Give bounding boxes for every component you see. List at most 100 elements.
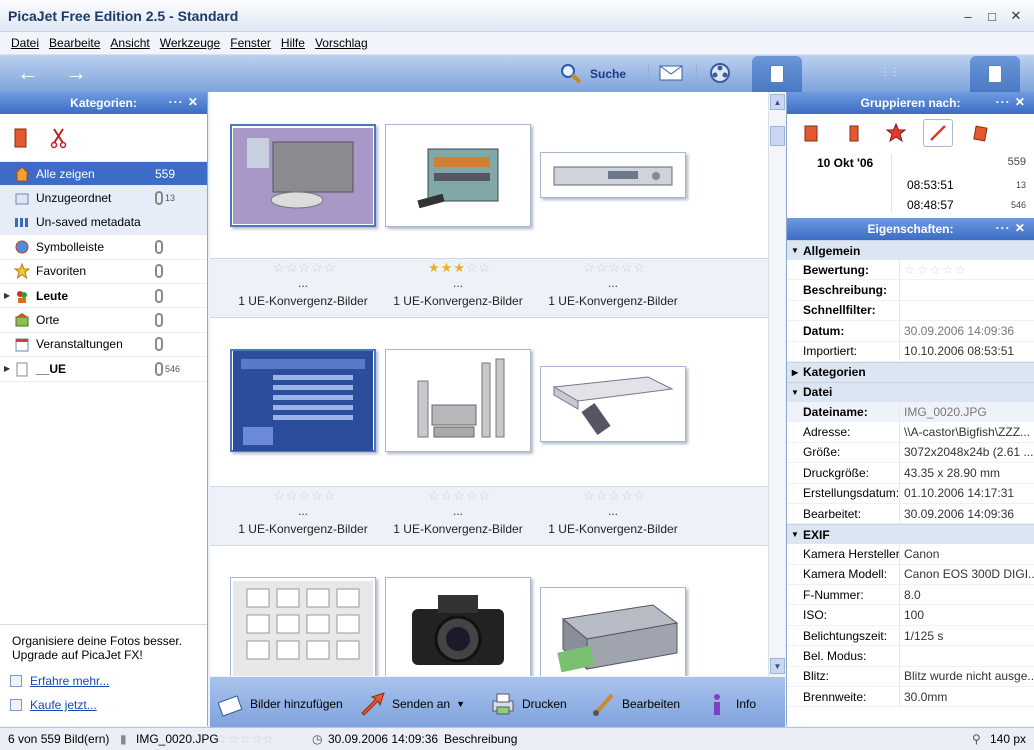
thumbnail-rating-stars[interactable]: ★★★☆☆: [428, 260, 491, 276]
group-by-people-icon[interactable]: [839, 119, 869, 147]
category-item-ue[interactable]: ▶ __UE 546: [0, 357, 207, 382]
panel-close-icon[interactable]: ··· ✕: [996, 95, 1026, 109]
photo-thumbnail[interactable]: [540, 587, 686, 676]
minimize-button[interactable]: –: [958, 7, 978, 25]
printer-icon: [492, 693, 514, 715]
promo-text: Organisiere deine Fotos besser. Upgrade …: [12, 634, 183, 662]
group-by-folder-icon[interactable]: [965, 119, 995, 147]
photo-thumbnail[interactable]: [385, 349, 531, 452]
properties-header: Eigenschaften: ··· ✕: [787, 218, 1034, 240]
paperclip-icon: [155, 191, 163, 206]
buy-now-link[interactable]: Kaufe jetzt...: [10, 698, 97, 712]
property-row: Datum: 30.09.2006 14:09:36: [787, 321, 1034, 342]
drag-handle-icon[interactable]: ⋮⋮: [880, 67, 900, 78]
new-category-icon[interactable]: [12, 127, 30, 149]
section-datei[interactable]: ▼ Datei: [787, 381, 1034, 402]
search-button[interactable]: Suche: [590, 67, 626, 81]
group-by-date-icon[interactable]: [923, 119, 953, 147]
menu-datei[interactable]: Datei: [6, 36, 44, 50]
metadata-icon: [12, 214, 32, 230]
photo-thumbnail[interactable]: [385, 124, 531, 227]
status-rating-stars[interactable]: ☆☆☆☆☆: [216, 732, 275, 746]
group-by-category-icon[interactable]: [797, 119, 827, 147]
mail-icon[interactable]: [658, 61, 684, 85]
menu-werkzeuge[interactable]: Werkzeuge: [155, 36, 225, 50]
category-item-leute[interactable]: ▶ Leute: [0, 284, 207, 309]
thumbnail-dots: ...: [453, 504, 464, 518]
thumbnail-rating-stars[interactable]: ☆☆☆☆☆: [273, 488, 336, 504]
rating-stars[interactable]: ☆☆☆☆☆: [899, 260, 1034, 280]
info-button[interactable]: Info: [704, 691, 756, 717]
property-row: Kamera Modell: Canon EOS 300D DIGI...: [787, 564, 1034, 586]
menu-hilfe[interactable]: Hilfe: [276, 36, 310, 50]
properties-list: ▼ Allgemein Bewertung: ☆☆☆☆☆ Beschreibung:…: [787, 240, 1034, 708]
property-row: ISO: 100: [787, 605, 1034, 626]
cut-icon[interactable]: [50, 127, 68, 149]
scroll-up-icon[interactable]: ▲: [770, 94, 785, 110]
property-row: Belichtungszeit: 1/125 s: [787, 625, 1034, 647]
print-button[interactable]: Drucken: [490, 691, 567, 717]
close-button[interactable]: ✕: [1006, 7, 1026, 25]
right-panel: Gruppieren nach: ··· ✕ 10 Okt '06 559 08…: [786, 92, 1034, 726]
scroll-down-icon[interactable]: ▼: [770, 658, 785, 674]
back-button[interactable]: ←: [8, 60, 48, 85]
group-by-rating-icon[interactable]: [881, 119, 911, 147]
photo-thumbnail[interactable]: [230, 124, 376, 227]
thumbnail-rating-stars[interactable]: ☆☆☆☆☆: [273, 260, 336, 276]
slideshow-icon[interactable]: [708, 61, 734, 85]
property-row: F-Nummer: 8.0: [787, 585, 1034, 606]
panel-view-right-button[interactable]: [970, 56, 1020, 92]
edit-button[interactable]: Bearbeiten: [590, 691, 680, 717]
star-icon: [12, 263, 32, 280]
category-item-veranstaltungen[interactable]: Veranstaltungen: [0, 333, 207, 358]
thumbnail-rating-stars[interactable]: ☆☆☆☆☆: [583, 488, 646, 504]
gallery-scrollbar[interactable]: ▲ ▼: [768, 92, 785, 676]
photo-thumbnail[interactable]: [385, 577, 531, 676]
learn-more-link[interactable]: Erfahre mehr...: [10, 674, 109, 688]
expand-arrow-icon[interactable]: ▶: [0, 364, 12, 373]
dropdown-arrow-icon[interactable]: ▼: [456, 699, 465, 709]
category-item-alle-zeigen[interactable]: Alle zeigen 559: [0, 162, 207, 187]
menu-ansicht[interactable]: Ansicht: [105, 36, 154, 50]
globe-icon: [12, 239, 32, 255]
description-field[interactable]: [899, 280, 1034, 300]
send-to-button[interactable]: Senden an ▼: [360, 691, 465, 717]
section-allgemein[interactable]: ▼ Allgemein: [787, 240, 1034, 260]
menu-bearbeite[interactable]: Bearbeite: [44, 36, 105, 50]
category-item-unsaved-metadata[interactable]: Un-saved metadata: [0, 210, 207, 236]
add-photos-button[interactable]: Bilder hinzufügen: [218, 691, 343, 717]
maximize-button[interactable]: □: [982, 7, 1002, 25]
panel-close-icon[interactable]: ··· ✕: [996, 221, 1026, 235]
property-row: Kamera Hersteller: Canon: [787, 544, 1034, 565]
photo-thumbnail[interactable]: [540, 366, 686, 442]
section-exif[interactable]: ▼ EXIF: [787, 524, 1034, 545]
link-icon: [10, 675, 22, 687]
category-item-unzugeordnet[interactable]: Unzugeordnet 13: [0, 186, 207, 211]
thumbnail-rating-stars[interactable]: ☆☆☆☆☆: [583, 260, 646, 276]
time-group-label[interactable]: 08:53:51: [907, 178, 954, 192]
photo-thumbnail[interactable]: [540, 152, 686, 198]
search-icon[interactable]: [558, 61, 584, 85]
people-icon: [12, 288, 32, 304]
menu-fenster[interactable]: Fenster: [225, 36, 276, 50]
photo-thumbnail[interactable]: [230, 349, 376, 452]
photo-thumbnail[interactable]: [230, 577, 376, 676]
expand-arrow-icon: ▶: [791, 367, 799, 377]
expand-arrow-icon[interactable]: ▶: [0, 291, 12, 300]
paperclip-icon: [155, 361, 163, 376]
category-item-favoriten[interactable]: Favoriten: [0, 260, 207, 284]
thumbnail-rating-stars[interactable]: ☆☆☆☆☆: [428, 488, 491, 504]
panel-close-icon[interactable]: ··· ✕: [169, 95, 199, 109]
category-item-orte[interactable]: Orte: [0, 308, 207, 333]
status-description: Beschreibung: [444, 732, 518, 746]
menu-vorschlag[interactable]: Vorschlag: [310, 36, 373, 50]
scroll-thumb[interactable]: [770, 126, 785, 146]
property-row: Brennweite: 30.0mm: [787, 687, 1034, 708]
date-group-label[interactable]: 10 Okt '06: [817, 156, 873, 170]
forward-button[interactable]: →: [56, 60, 96, 85]
section-kategorien[interactable]: ▶ Kategorien: [787, 361, 1034, 382]
category-item-symbolleiste[interactable]: Symbolleiste: [0, 235, 207, 260]
quickfilter-field[interactable]: [899, 300, 1034, 321]
panel-view-left-button[interactable]: [752, 56, 802, 92]
time-group-label[interactable]: 08:48:57: [907, 198, 954, 212]
